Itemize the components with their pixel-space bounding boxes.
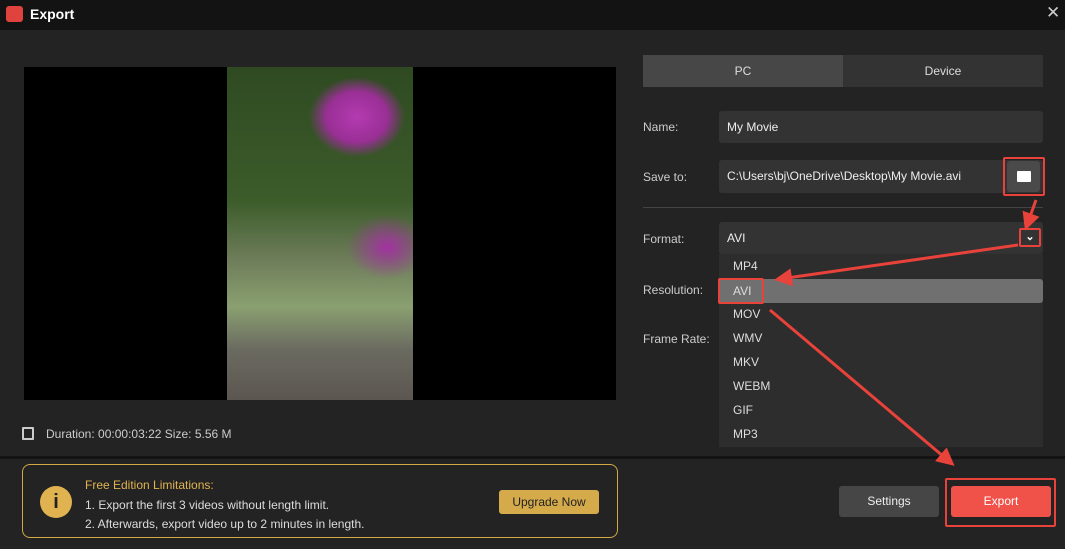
name-input[interactable]: My Movie — [719, 111, 1043, 143]
save-to-label: Save to: — [643, 170, 688, 184]
size-value: 5.56 M — [194, 427, 232, 441]
title-bar — [0, 0, 1065, 30]
chevron-down-icon[interactable]: ⌄ — [1019, 228, 1041, 247]
duration-value: 00:00:03:22 — [98, 427, 162, 441]
tab-pc[interactable]: PC — [643, 55, 843, 87]
frame-rate-label: Frame Rate: — [643, 332, 710, 346]
notice-line-2: 2. Afterwards, export video up to 2 minu… — [85, 517, 365, 531]
info-icon: i — [40, 486, 72, 518]
format-option-gif[interactable]: GIF — [719, 398, 1043, 422]
tab-device[interactable]: Device — [843, 55, 1043, 87]
notice-line-1: 1. Export the first 3 videos without len… — [85, 498, 330, 512]
settings-button[interactable]: Settings — [839, 486, 939, 517]
film-icon — [22, 427, 34, 440]
app-logo-icon — [6, 6, 23, 22]
window-title: Export — [30, 6, 75, 22]
video-frame — [227, 67, 413, 400]
save-path-input[interactable]: C:\Users\bj\OneDrive\Desktop\My Movie.av… — [719, 160, 1043, 193]
footer-divider — [0, 456, 1065, 459]
format-select[interactable]: AVI — [719, 222, 1043, 254]
divider — [643, 207, 1043, 208]
free-edition-notice: i Free Edition Limitations: 1. Export th… — [22, 464, 618, 538]
highlight-box — [945, 478, 1056, 527]
format-option-mkv[interactable]: MKV — [719, 350, 1043, 374]
format-option-mp3[interactable]: MP3 — [719, 422, 1043, 446]
format-option-mov[interactable]: MOV — [719, 302, 1043, 326]
format-option-avi[interactable]: AVI — [719, 279, 1043, 303]
video-info: Duration: 00:00:03:22 Size: 5.56 M — [46, 427, 232, 441]
upgrade-now-button[interactable]: Upgrade Now — [499, 490, 599, 514]
name-label: Name: — [643, 120, 679, 134]
close-icon[interactable]: ✕ — [1046, 3, 1060, 23]
format-option-wmv[interactable]: WMV — [719, 326, 1043, 350]
highlight-box — [1003, 157, 1045, 196]
size-label: Size: — [164, 427, 192, 441]
highlight-box — [718, 278, 764, 304]
duration-label: Duration: — [46, 427, 95, 441]
format-option-webm[interactable]: WEBM — [719, 374, 1043, 398]
format-label: Format: — [643, 232, 685, 246]
format-dropdown: MP4 AVI MOV WMV MKV WEBM GIF MP3 — [719, 254, 1043, 447]
notice-title: Free Edition Limitations: — [85, 478, 214, 492]
format-option-mp4[interactable]: MP4 — [719, 254, 1043, 278]
resolution-label: Resolution: — [643, 283, 704, 297]
